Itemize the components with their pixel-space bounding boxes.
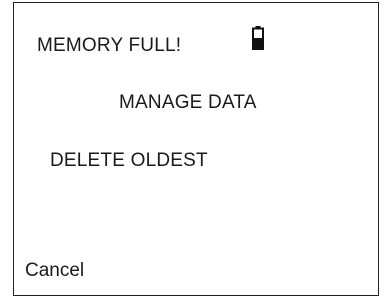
battery-low-icon	[252, 26, 264, 50]
device-screen: MEMORY FULL! MANAGE DATA DELETE OLDEST C…	[13, 2, 379, 296]
menu-item-delete-oldest[interactable]: DELETE OLDEST	[50, 150, 208, 172]
memory-full-message: MEMORY FULL!	[37, 35, 182, 56]
cancel-softkey[interactable]: Cancel	[25, 260, 84, 282]
menu-item-manage-data[interactable]: MANAGE DATA	[119, 92, 257, 114]
